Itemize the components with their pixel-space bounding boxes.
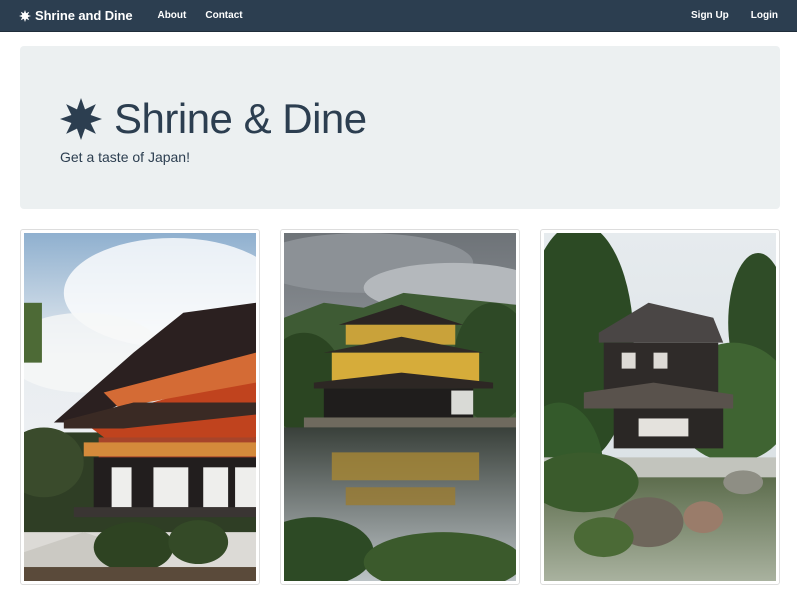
login-link[interactable]: Login — [751, 10, 778, 21]
gallery-card-2[interactable] — [280, 229, 520, 585]
nav-left: About Contact — [138, 10, 242, 21]
brand-link[interactable]: Shrine and Dine — [19, 8, 133, 23]
red-pagoda-photo — [24, 233, 256, 581]
silver-pavilion-photo — [544, 233, 776, 581]
hero-subtitle: Get a taste of Japan! — [60, 149, 190, 165]
nav-link-about[interactable]: About — [157, 10, 186, 21]
navbar: Shrine and Dine About Contact Sign Up Lo… — [0, 0, 797, 32]
hero-banner: Shrine & Dine Get a taste of Japan! — [20, 46, 780, 209]
starburst-icon — [60, 98, 102, 140]
hero-title: Shrine & Dine — [114, 95, 367, 142]
starburst-icon — [19, 9, 31, 22]
golden-pavilion-photo — [284, 233, 516, 581]
nav-link-contact[interactable]: Contact — [205, 10, 242, 21]
hero-heading: Shrine & Dine — [60, 94, 367, 144]
gallery-card-3[interactable] — [540, 229, 780, 585]
gallery-card-1[interactable] — [20, 229, 260, 585]
sign-up-link[interactable]: Sign Up — [691, 10, 729, 21]
brand-name: Shrine and Dine — [35, 8, 133, 23]
nav-right: Sign Up Login — [669, 10, 778, 21]
